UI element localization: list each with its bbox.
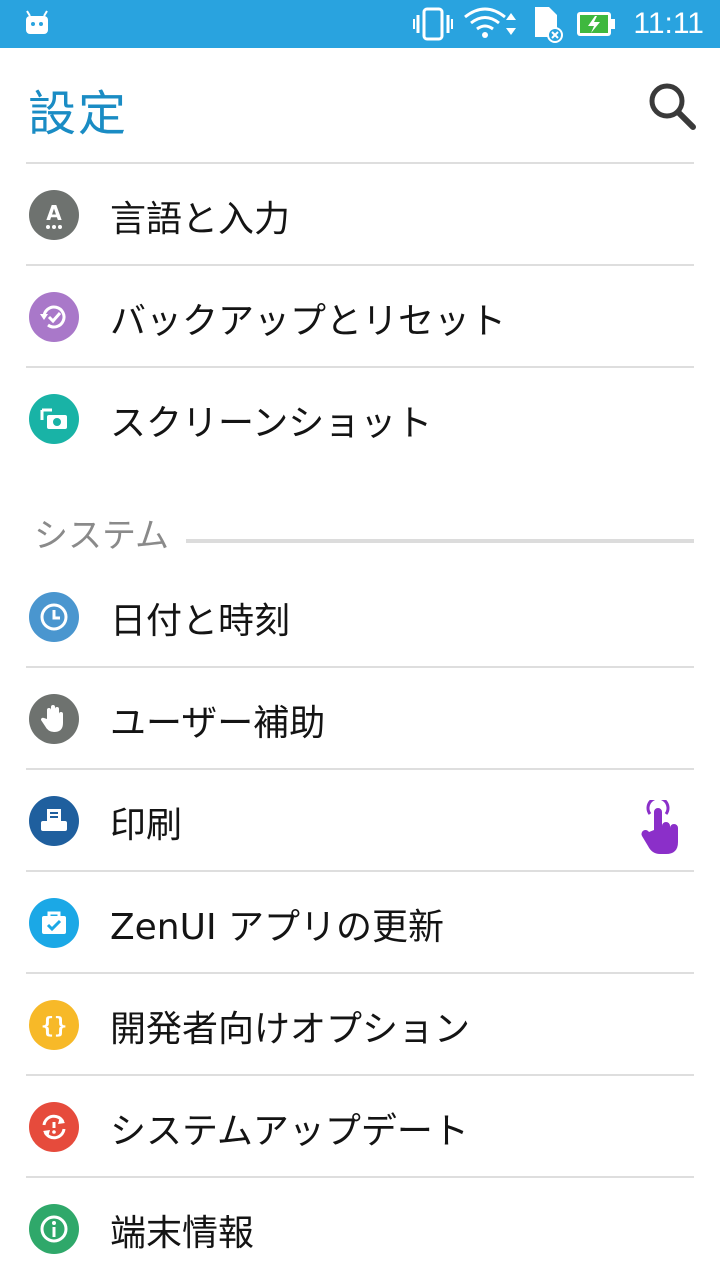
svg-text:{}: {}: [41, 1014, 68, 1039]
backup-icon: [29, 292, 79, 342]
svg-text:A: A: [46, 201, 62, 225]
status-bar: 11:11: [0, 0, 720, 48]
touch-pointer-icon: [641, 800, 678, 854]
settings-item-label: 日付と時刻: [110, 601, 291, 642]
status-time: 11:11: [633, 7, 704, 40]
hand-icon: [29, 694, 79, 744]
battery-charging-icon: [577, 12, 616, 36]
info-icon: [29, 1204, 79, 1254]
settings-item-language[interactable]: A 言語と入力: [0, 164, 720, 264]
section-title: システム: [34, 516, 169, 556]
vibrate-icon: [413, 7, 454, 41]
settings-item-print[interactable]: 印刷: [0, 770, 720, 870]
developer-braces-icon: {}: [29, 1000, 79, 1050]
android-notification-icon: [26, 10, 48, 34]
print-icon: [29, 796, 79, 846]
settings-item-label: ユーザー補助: [110, 703, 326, 744]
settings-item-label: ZenUI アプリの更新: [110, 907, 445, 948]
settings-item-backup[interactable]: バックアップとリセット: [0, 266, 720, 366]
settings-item-label: スクリーンショット: [110, 403, 433, 444]
settings-item-label: システムアップデート: [110, 1111, 469, 1152]
settings-item-label: 開発者向けオプション: [110, 1009, 471, 1050]
language-icon: A: [29, 190, 79, 240]
section-header-system: システム: [0, 500, 720, 560]
settings-header: 設定: [0, 48, 720, 162]
settings-item-developer-options[interactable]: {} 開発者向けオプション: [0, 974, 720, 1074]
screenshot-icon: [29, 394, 79, 444]
settings-item-about-device[interactable]: 端末情報: [0, 1178, 720, 1278]
section-divider: [186, 539, 694, 543]
settings-item-screenshot[interactable]: スクリーンショット: [0, 368, 720, 468]
page-title: 設定: [28, 86, 129, 142]
clock-icon: [29, 592, 79, 642]
settings-item-label: 言語と入力: [110, 199, 291, 240]
sd-card-icon: [535, 7, 564, 43]
settings-item-label: 印刷: [110, 805, 183, 846]
settings-item-system-update[interactable]: システムアップデート: [0, 1076, 720, 1176]
wifi-icon: [464, 7, 517, 38]
update-bag-icon: [29, 898, 79, 948]
search-icon[interactable]: [646, 80, 698, 132]
settings-item-label: 端末情報: [110, 1213, 255, 1254]
settings-item-date-time[interactable]: 日付と時刻: [0, 566, 720, 666]
settings-item-accessibility[interactable]: ユーザー補助: [0, 668, 720, 768]
settings-item-zenui-update[interactable]: ZenUI アプリの更新: [0, 872, 720, 972]
system-update-icon: [29, 1102, 79, 1152]
settings-item-label: バックアップとリセット: [110, 301, 507, 342]
